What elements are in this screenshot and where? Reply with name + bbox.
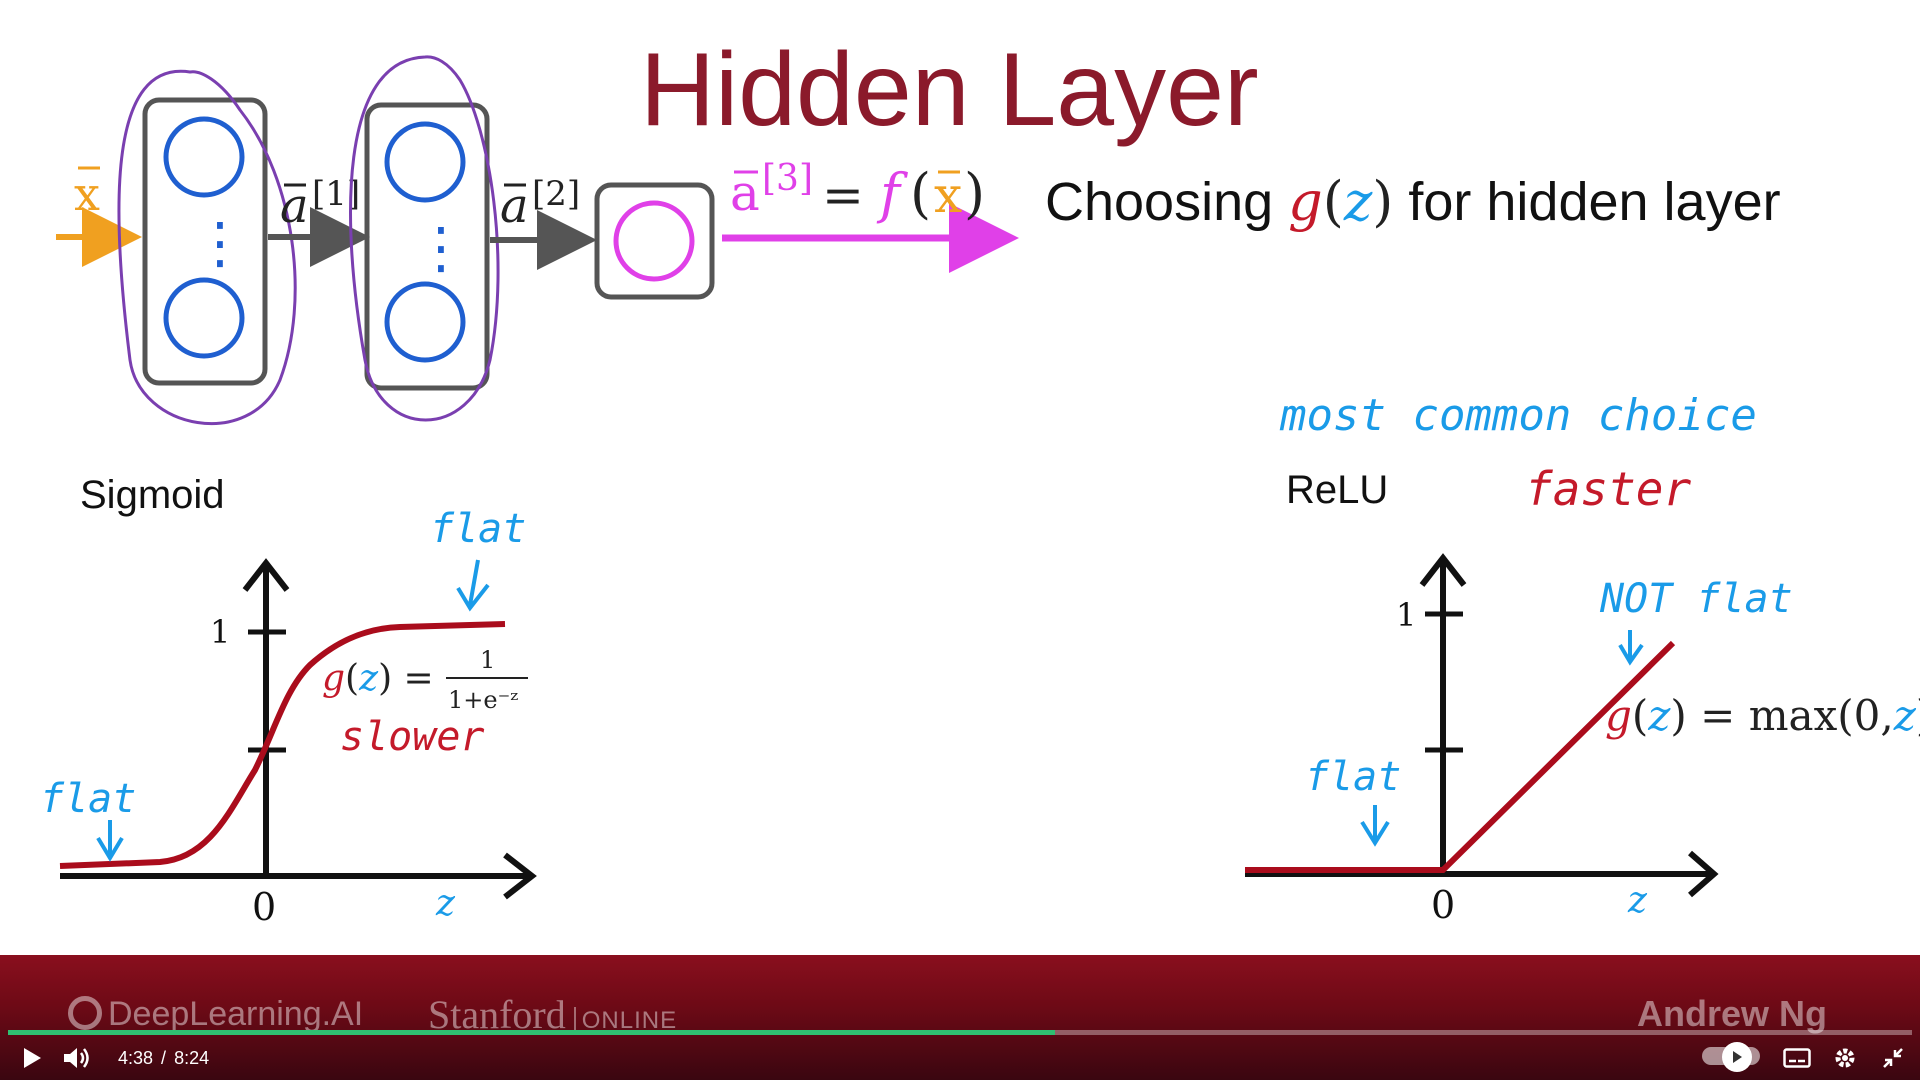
input-x-label: x <box>74 167 100 221</box>
layer1-neuron-top <box>163 116 245 198</box>
sigmoid-flat-top-arrow <box>456 559 490 612</box>
play-icon <box>24 1048 41 1068</box>
time-separator: / <box>161 1048 167 1068</box>
sigmoid-graph: Sigmoid 1 0 z g(z) = 1 1+e⁻ᶻ slower flat… <box>40 473 537 929</box>
layer1-neuron-bottom <box>163 277 245 359</box>
slide-title: Hidden Layer <box>640 32 1259 148</box>
video-player[interactable]: Hidden Layer x ⋮ a [1] ⋮ a [2] a [3] = f… <box>0 0 1920 1080</box>
output-neuron <box>613 200 695 282</box>
presenter-name: Andrew Ng <box>1637 993 1828 1034</box>
time-display: 4:38 / 8:24 <box>118 1048 209 1069</box>
exit-fullscreen-icon <box>1883 1048 1903 1068</box>
volume-icon <box>64 1048 89 1068</box>
a2-sup: [2] <box>532 174 580 214</box>
sigmoid-origin-label: 0 <box>252 885 276 929</box>
settings-button[interactable] <box>1828 1040 1862 1076</box>
relu-note-flat: flat <box>1305 754 1401 800</box>
relu-z-label: z <box>1627 880 1648 921</box>
sigmoid-flat-left-arrow <box>96 820 124 862</box>
current-time: 4:38 <box>118 1048 154 1068</box>
sigmoid-formula-lhs: g(z) = <box>322 658 434 699</box>
autoplay-toggle-knob[interactable] <box>1722 1042 1752 1072</box>
deeplearning-logo-icon <box>68 996 102 1030</box>
a3-sup: [3] <box>762 158 813 199</box>
equals-sign: = <box>822 166 864 224</box>
deeplearning-logo: DeepLearning.AI <box>68 995 363 1034</box>
captions-icon <box>1783 1048 1811 1068</box>
lecture-slide: Hidden Layer x ⋮ a [1] ⋮ a [2] a [3] = f… <box>40 32 1920 929</box>
sigmoid-heading: Sigmoid <box>80 473 225 517</box>
autoplay-play-icon <box>1733 1051 1742 1063</box>
sigmoid-note-flat-top: flat <box>430 506 526 552</box>
relu-flat-arrow <box>1360 805 1390 847</box>
relu-tick-1-label: 1 <box>1396 596 1416 634</box>
sigmoid-note-flat-left: flat <box>40 776 136 822</box>
slide-subtitle: Choosing g(z) for hidden layer <box>1045 170 1781 233</box>
layer1-dots: ⋮ <box>192 211 248 274</box>
sigmoid-formula-den: 1+e⁻ᶻ <box>448 686 518 714</box>
fx-label: x <box>934 166 962 224</box>
exit-fullscreen-button[interactable] <box>1876 1040 1910 1076</box>
player-controls: 4:38 / 8:24 <box>0 1040 1920 1080</box>
gear-icon <box>1835 1048 1855 1068</box>
relu-formula: g(z) = max(0,z) <box>1605 691 1920 740</box>
relu-not-flat-arrow <box>1618 630 1644 666</box>
relu-graph: most common choice ReLU faster 1 0 z g(z… <box>1245 390 1920 927</box>
sigmoid-tick-1-label: 1 <box>210 613 230 651</box>
relu-origin-label: 0 <box>1431 883 1455 927</box>
layer2-dots: ⋮ <box>413 216 469 279</box>
volume-button[interactable] <box>60 1040 92 1076</box>
play-button[interactable] <box>16 1040 48 1076</box>
layer2-neuron-bottom <box>384 281 466 363</box>
relu-note-common: most common choice <box>1279 390 1757 441</box>
relu-note-not-flat: NOT flat <box>1599 576 1793 622</box>
paren-close: ) <box>964 162 985 225</box>
sigmoid-formula-num: 1 <box>480 646 495 674</box>
relu-note-faster: faster <box>1525 462 1691 516</box>
sigmoid-z-label: z <box>435 883 456 924</box>
progress-bar[interactable] <box>8 1030 1912 1035</box>
duration: 8:24 <box>174 1048 210 1068</box>
f-label: f <box>876 162 908 225</box>
sigmoid-note-slower: slower <box>340 714 485 760</box>
relu-heading: ReLU <box>1286 468 1388 512</box>
progress-bar-fill <box>8 1030 1056 1035</box>
captions-button[interactable] <box>1780 1040 1814 1076</box>
layer2-neuron-top <box>384 121 466 203</box>
paren-open: ( <box>910 162 931 225</box>
